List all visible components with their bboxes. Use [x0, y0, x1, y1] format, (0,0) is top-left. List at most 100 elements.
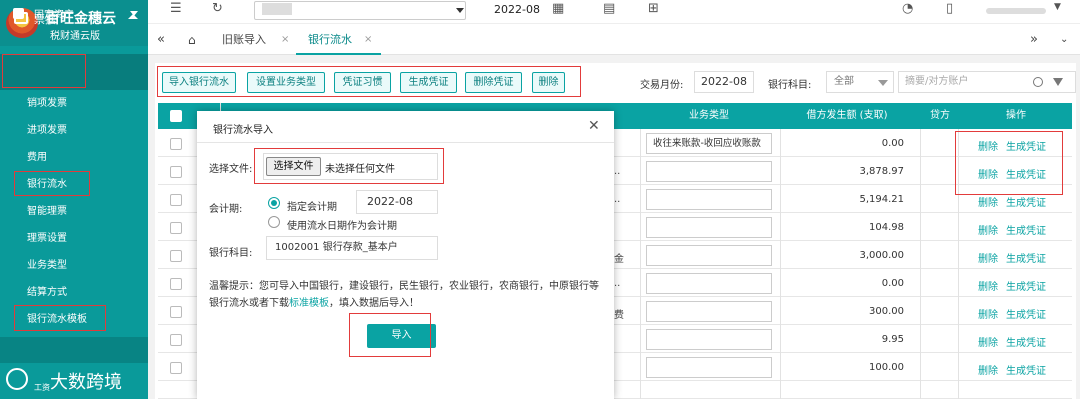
home-icon[interactable]: ⌂: [188, 24, 196, 56]
sidebar-item-settlement[interactable]: 结算方式: [0, 279, 148, 306]
cell-text: 费: [614, 310, 624, 321]
row-delete-link[interactable]: 删除: [978, 306, 998, 321]
search-input[interactable]: 摘要/对方账户: [898, 71, 1076, 93]
row-checkbox[interactable]: [170, 138, 182, 150]
row-checkbox[interactable]: [170, 222, 182, 234]
tabs-prev-icon[interactable]: «: [157, 24, 165, 56]
account-filter-label: 银行科目:: [768, 80, 812, 91]
row-generate-voucher-link[interactable]: 生成凭证: [1006, 250, 1046, 265]
business-type-input[interactable]: [646, 329, 772, 350]
brand-subtitle: 税财通云版: [50, 31, 100, 42]
import-tip: 温馨提示：您可导入中国银行，建设银行，民生银行，农业银行，农商银行，中原银行等银…: [209, 278, 601, 312]
month-filter-input[interactable]: 2022-08: [694, 71, 754, 93]
filter-icon[interactable]: [1053, 78, 1063, 86]
close-icon[interactable]: ×: [281, 34, 289, 45]
row-generate-voucher-link[interactable]: 生成凭证: [1006, 194, 1046, 209]
row-delete-link[interactable]: 删除: [978, 362, 998, 377]
sidebar-group-label: 固定资产: [34, 10, 74, 21]
row-checkbox[interactable]: [170, 334, 182, 346]
chevron-down-icon[interactable]: ⌄: [1060, 24, 1068, 56]
watermark-small: 工资: [34, 383, 50, 392]
chevron-down-icon: [878, 80, 888, 86]
row-generate-voucher-link[interactable]: 生成凭证: [1006, 222, 1046, 237]
highlight-box: [349, 313, 431, 357]
debit-amount: 100.00: [869, 362, 904, 373]
radio-flow-date-period[interactable]: [268, 216, 280, 228]
row-checkbox[interactable]: [170, 278, 182, 290]
header-period: 2022-08: [494, 3, 540, 16]
sidebar-item-business-type[interactable]: 业务类型: [0, 252, 148, 279]
debit-amount: 300.00: [869, 306, 904, 317]
bank-account-input[interactable]: 1002001 银行存款_基本户: [266, 236, 438, 260]
debit-amount: 104.98: [869, 222, 904, 233]
apps-icon[interactable]: ⊞: [648, 1, 659, 16]
option-flow-date-period: 使用流水日期作为会计期: [287, 221, 397, 232]
business-type-input[interactable]: [646, 273, 772, 294]
highlight-box: [14, 305, 106, 331]
sidebar-group-fixed-assets[interactable]: [0, 337, 148, 363]
business-type-input[interactable]: [646, 189, 772, 210]
period-input[interactable]: 2022-08: [356, 190, 438, 214]
business-type-input[interactable]: [646, 161, 772, 182]
period-label: 会计期:: [209, 204, 243, 215]
row-delete-link[interactable]: 删除: [978, 250, 998, 265]
sidebar-item-smart-bills[interactable]: 智能理票: [0, 198, 148, 225]
user-menu[interactable]: [986, 8, 1046, 14]
standard-template-link[interactable]: 标准模板: [289, 298, 329, 309]
tab-ledger-import[interactable]: 旧账导入: [222, 24, 266, 56]
clipboard-icon[interactable]: ▯: [946, 1, 953, 16]
bell-icon[interactable]: ◔: [902, 1, 913, 16]
row-generate-voucher-link[interactable]: 生成凭证: [1006, 306, 1046, 321]
business-type-input[interactable]: [646, 357, 772, 378]
tab-bank-flow[interactable]: 银行流水: [308, 24, 352, 56]
row-checkbox[interactable]: [170, 250, 182, 262]
column-divider: [920, 129, 921, 399]
business-type-input[interactable]: [646, 245, 772, 266]
file-label: 选择文件:: [209, 164, 253, 175]
column-divider: [640, 129, 641, 399]
highlight-box: [14, 171, 90, 196]
sidebar-item-expense[interactable]: 费用: [0, 144, 148, 171]
debit-amount: 9.95: [881, 334, 904, 345]
sidebar-item-input-invoice[interactable]: 进项发票: [0, 117, 148, 144]
tabs-next-icon[interactable]: »: [1030, 24, 1038, 56]
row-generate-voucher-link[interactable]: 生成凭证: [1006, 362, 1046, 377]
debit-amount: 0.00: [881, 138, 904, 149]
watermark-text: 大数跨境: [50, 372, 122, 393]
sidebar-item-bill-settings[interactable]: 理票设置: [0, 225, 148, 252]
row-checkbox[interactable]: [170, 362, 182, 374]
row-checkbox[interactable]: [170, 306, 182, 318]
cell-text: ..: [614, 166, 621, 177]
row-generate-voucher-link[interactable]: 生成凭证: [1006, 278, 1046, 293]
asset-icon: [13, 8, 24, 19]
highlight-box: [254, 148, 444, 184]
dialog-divider: [197, 142, 614, 143]
debit-amount: 3,000.00: [859, 250, 904, 261]
tip-text: ，填入数据后导入！: [329, 298, 419, 309]
business-type-input[interactable]: [646, 217, 772, 238]
close-icon[interactable]: ×: [364, 34, 372, 45]
row-checkbox[interactable]: [170, 194, 182, 206]
business-type-input[interactable]: 收往来账款-收回应收账款: [646, 133, 772, 154]
row-delete-link[interactable]: 删除: [978, 222, 998, 237]
row-checkbox[interactable]: [170, 166, 182, 178]
row-generate-voucher-link[interactable]: 生成凭证: [1006, 334, 1046, 349]
chevron-down-icon: ▼: [1054, 2, 1061, 12]
option-specified-period: 指定会计期: [287, 202, 337, 213]
header-debit-amount: 借方发生额 (支取): [806, 110, 888, 121]
caret-down-icon: [130, 11, 138, 16]
row-delete-link[interactable]: 删除: [978, 194, 998, 209]
calendar-icon[interactable]: ▦: [552, 1, 564, 16]
document-icon[interactable]: ▤: [603, 1, 615, 16]
row-delete-link[interactable]: 删除: [978, 278, 998, 293]
sidebar-item-sales-invoice[interactable]: 销项发票: [0, 90, 148, 117]
close-icon[interactable]: ✕: [588, 118, 600, 134]
cell-text: 金: [614, 254, 624, 265]
select-all-checkbox[interactable]: [170, 110, 182, 122]
refresh-icon[interactable]: ↻: [212, 1, 223, 16]
business-type-input[interactable]: [646, 301, 772, 322]
menu-fold-icon[interactable]: ☰: [170, 1, 182, 16]
row-delete-link[interactable]: 删除: [978, 334, 998, 349]
highlight-box: [2, 54, 86, 88]
search-icon[interactable]: [1033, 77, 1043, 87]
